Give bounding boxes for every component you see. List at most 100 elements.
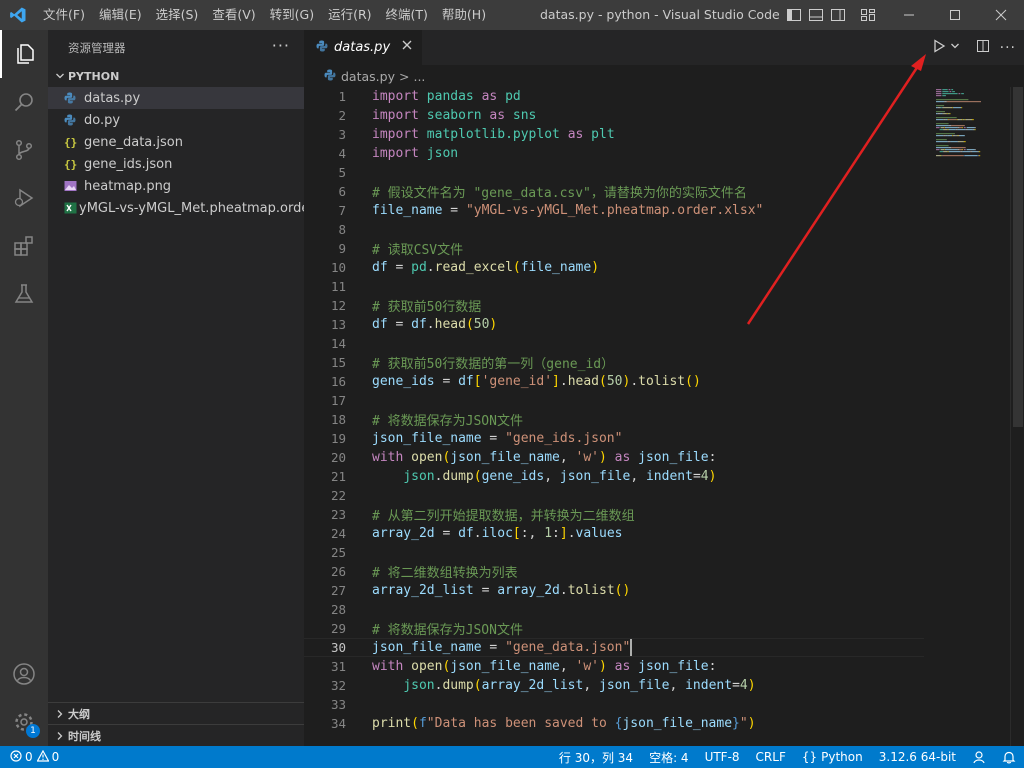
scrollbar-thumb[interactable] (1013, 87, 1023, 427)
eol-status[interactable]: CRLF (748, 746, 794, 768)
run-dropdown-chevron-icon[interactable] (950, 40, 960, 55)
line-number: 11 (330, 279, 346, 294)
accounts-icon[interactable] (0, 650, 48, 698)
code-line[interactable]: 1 import pandas as pd (304, 87, 924, 106)
code-line[interactable]: 18 # 将数据保存为JSON文件 (304, 410, 924, 429)
indentation-status[interactable]: 空格: 4 (641, 746, 697, 768)
menu-item[interactable]: 文件(F) (36, 0, 92, 30)
testing-icon[interactable] (0, 270, 48, 318)
code-line[interactable]: 33 (304, 695, 924, 714)
code-line[interactable]: 28 (304, 600, 924, 619)
code-text: df = df.head(50) (372, 317, 498, 332)
problems-status[interactable]: 0 0 (0, 746, 67, 768)
minimap[interactable] (924, 87, 1010, 746)
code-line[interactable]: 14 (304, 334, 924, 353)
minimap-line (974, 129, 976, 131)
code-line[interactable]: 24 array_2d = df.iloc[:, 1:].values (304, 524, 924, 543)
close-tab-icon[interactable] (402, 39, 412, 54)
breadcrumb-symbols[interactable]: ... (413, 69, 425, 84)
close-window-icon[interactable] (978, 0, 1024, 30)
code-line[interactable]: 10 df = pd.read_excel(file_name) (304, 258, 924, 277)
editor-scrollbar[interactable] (1010, 87, 1024, 746)
editor-more-actions-icon[interactable]: ··· (1000, 40, 1016, 56)
minimap-line (947, 151, 949, 153)
customize-layout-icon[interactable] (860, 7, 876, 23)
toggle-panel-icon[interactable] (808, 7, 824, 23)
code-line[interactable]: 32 json.dump(array_2d_list, json_file, i… (304, 676, 924, 695)
code-line[interactable]: 34 print(f"Data has been saved to {json_f… (304, 714, 924, 733)
code-line[interactable]: 7 file_name = "yMGL-vs-yMGL_Met.pheatmap.… (304, 201, 924, 220)
source-control-icon[interactable] (0, 126, 48, 174)
notifications-bell-icon[interactable] (994, 746, 1024, 768)
code-line[interactable]: 12 # 获取前50行数据 (304, 296, 924, 315)
breadcrumb-file[interactable]: datas.py (341, 69, 395, 84)
code-line[interactable]: 13 df = df.head(50) (304, 315, 924, 334)
error-count: 0 (25, 750, 33, 764)
menu-item[interactable]: 编辑(E) (92, 0, 149, 30)
file-item[interactable]: do.py (48, 109, 304, 131)
encoding-status[interactable]: UTF-8 (697, 746, 748, 768)
code-line[interactable]: 6 # 假设文件名为 "gene_data.csv"，请替换为你的实际文件名 (304, 182, 924, 201)
timeline-section[interactable]: 时间线 (48, 724, 304, 746)
code-line[interactable]: 11 (304, 277, 924, 296)
file-item[interactable]: {} gene_ids.json (48, 153, 304, 175)
code-line[interactable]: 30 json_file_name = "gene_data.json" (304, 638, 924, 657)
code-line[interactable]: 22 (304, 486, 924, 505)
manage-gear-icon[interactable]: 1 (0, 698, 48, 746)
menu-item[interactable]: 选择(S) (149, 0, 206, 30)
minimap-line (957, 119, 959, 121)
file-item[interactable]: datas.py (48, 87, 304, 109)
minimap-line (956, 119, 958, 121)
code-line[interactable]: 31 with open(json_file_name, 'w') as json… (304, 657, 924, 676)
toggle-primary-sidebar-icon[interactable] (786, 7, 802, 23)
explorer-icon[interactable] (0, 30, 48, 78)
code-line[interactable]: 3 import matplotlib.pyplot as plt (304, 125, 924, 144)
code-line[interactable]: 15 # 获取前50行数据的第一列（gene_id） (304, 353, 924, 372)
file-item[interactable]: heatmap.png (48, 175, 304, 197)
menu-item[interactable]: 查看(V) (205, 0, 262, 30)
code-line[interactable]: 19 json_file_name = "gene_ids.json" (304, 429, 924, 448)
split-editor-icon[interactable] (976, 39, 990, 57)
more-actions-icon[interactable]: ··· (272, 36, 290, 55)
code-line[interactable]: 5 (304, 163, 924, 182)
code-line[interactable]: 2 import seaborn as sns (304, 106, 924, 125)
menu-item[interactable]: 运行(R) (321, 0, 378, 30)
code-line[interactable]: 21 json.dump(gene_ids, json_file, indent… (304, 467, 924, 486)
code-line[interactable]: 25 (304, 543, 924, 562)
braces-icon: {} (801, 750, 818, 764)
code-line[interactable]: 29 # 将数据保存为JSON文件 (304, 619, 924, 638)
code-text: array_2d = df.iloc[:, 1:].values (372, 526, 623, 541)
minimap-line (960, 151, 963, 153)
code-line[interactable]: 4 import json (304, 144, 924, 163)
file-item[interactable]: {} gene_data.json (48, 131, 304, 153)
toggle-secondary-sidebar-icon[interactable] (830, 7, 846, 23)
folder-header[interactable]: PYTHON (48, 65, 304, 87)
cursor-position[interactable]: 行 30，列 34 (551, 746, 641, 768)
code-line[interactable]: 20 with open(json_file_name, 'w') as json… (304, 448, 924, 467)
file-item[interactable]: yMGL-vs-yMGL_Met.pheatmap.order... (48, 197, 304, 219)
search-icon[interactable] (0, 78, 48, 126)
menu-item[interactable]: 帮助(H) (435, 0, 493, 30)
code-line[interactable]: 9 # 读取CSV文件 (304, 239, 924, 258)
code-editor[interactable]: 1 import pandas as pd 2 import seaborn as s… (304, 87, 924, 746)
run-and-debug-icon[interactable] (0, 174, 48, 222)
minimize-icon[interactable] (886, 0, 932, 30)
python-interpreter[interactable]: 3.12.6 64-bit (871, 746, 964, 768)
code-line[interactable]: 27 array_2d_list = array_2d.tolist() (304, 581, 924, 600)
title-bar: 文件(F) 编辑(E) 选择(S) 查看(V) 转到(G) 运行(R) 终端(T) 帮助(H)… (0, 0, 1024, 30)
menu-item[interactable]: 终端(T) (379, 0, 435, 30)
minimap-line (940, 149, 945, 151)
code-line[interactable]: 16 gene_ids = df['gene_id'].head(50).toli… (304, 372, 924, 391)
outline-section[interactable]: 大纲 (48, 702, 304, 724)
run-python-file-icon[interactable] (932, 38, 946, 57)
extensions-icon[interactable] (0, 222, 48, 270)
code-line[interactable]: 8 (304, 220, 924, 239)
language-mode[interactable]: {} Python (794, 746, 871, 768)
maximize-icon[interactable] (932, 0, 978, 30)
menu-item[interactable]: 转到(G) (263, 0, 321, 30)
code-line[interactable]: 17 (304, 391, 924, 410)
feedback-icon[interactable] (964, 746, 994, 768)
code-line[interactable]: 26 # 将二维数组转换为列表 (304, 562, 924, 581)
code-line[interactable]: 23 # 从第二列开始提取数据，并转换为二维数组 (304, 505, 924, 524)
tab-datas-py[interactable]: datas.py (304, 30, 422, 65)
